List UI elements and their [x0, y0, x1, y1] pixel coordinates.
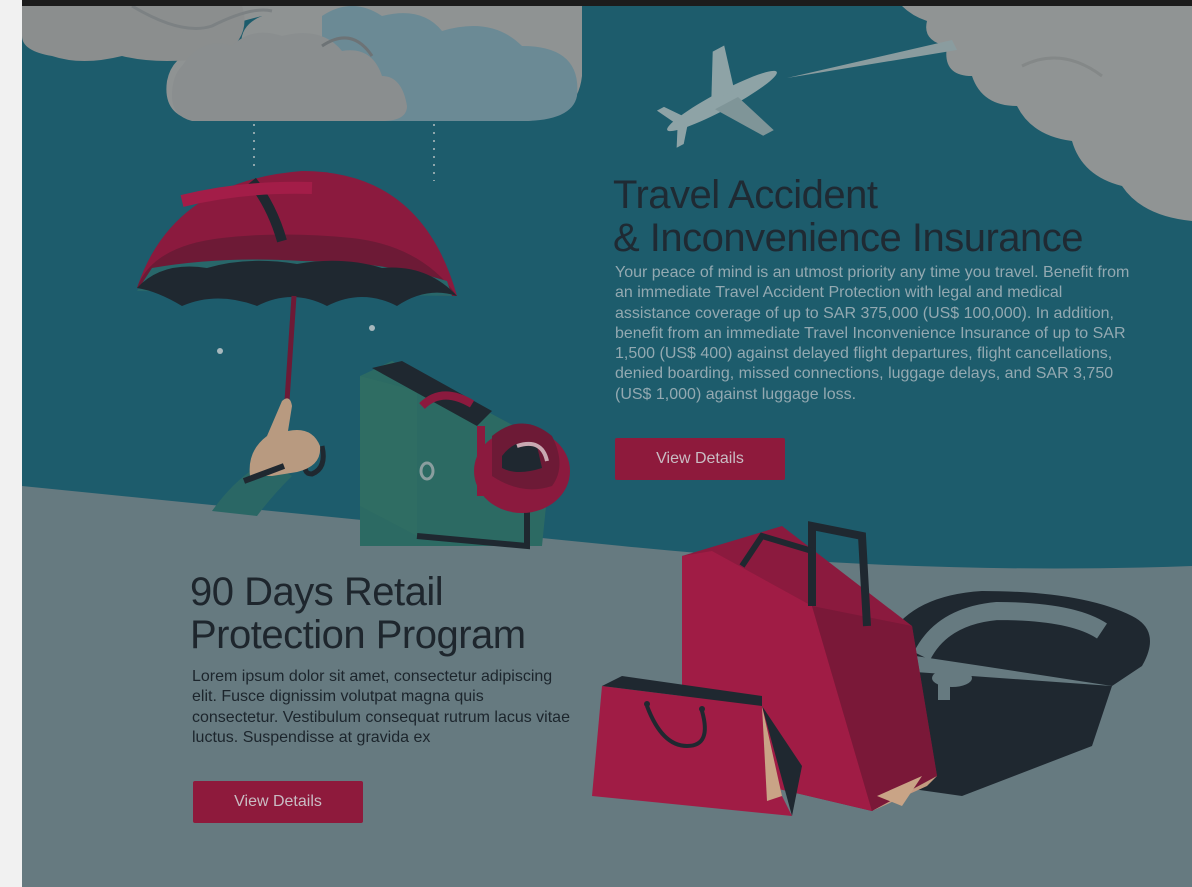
retail-protection-title: 90 Days Retail Protection Program	[190, 571, 610, 657]
retail-view-details-button[interactable]: View Details	[193, 781, 363, 823]
retail-title-line-2: Protection Program	[190, 613, 526, 657]
travel-title-line-1: Travel Accident	[613, 173, 878, 217]
promo-illustration	[22, 6, 1192, 887]
travel-insurance-title: Travel Accident & Inconvenience Insuranc…	[613, 174, 1173, 260]
insurance-promo-panel: Travel Accident & Inconvenience Insuranc…	[22, 6, 1192, 887]
travel-title-line-2: & Inconvenience Insurance	[613, 216, 1084, 260]
travel-view-details-button[interactable]: View Details	[615, 438, 785, 480]
retail-title-line-1: 90 Days Retail	[190, 570, 444, 614]
travel-insurance-description: Your peace of mind is an utmost priority…	[615, 264, 1130, 403]
page-left-margin	[0, 0, 22, 887]
retail-protection-description: Lorem ipsum dolor sit amet, consectetur …	[192, 668, 570, 746]
